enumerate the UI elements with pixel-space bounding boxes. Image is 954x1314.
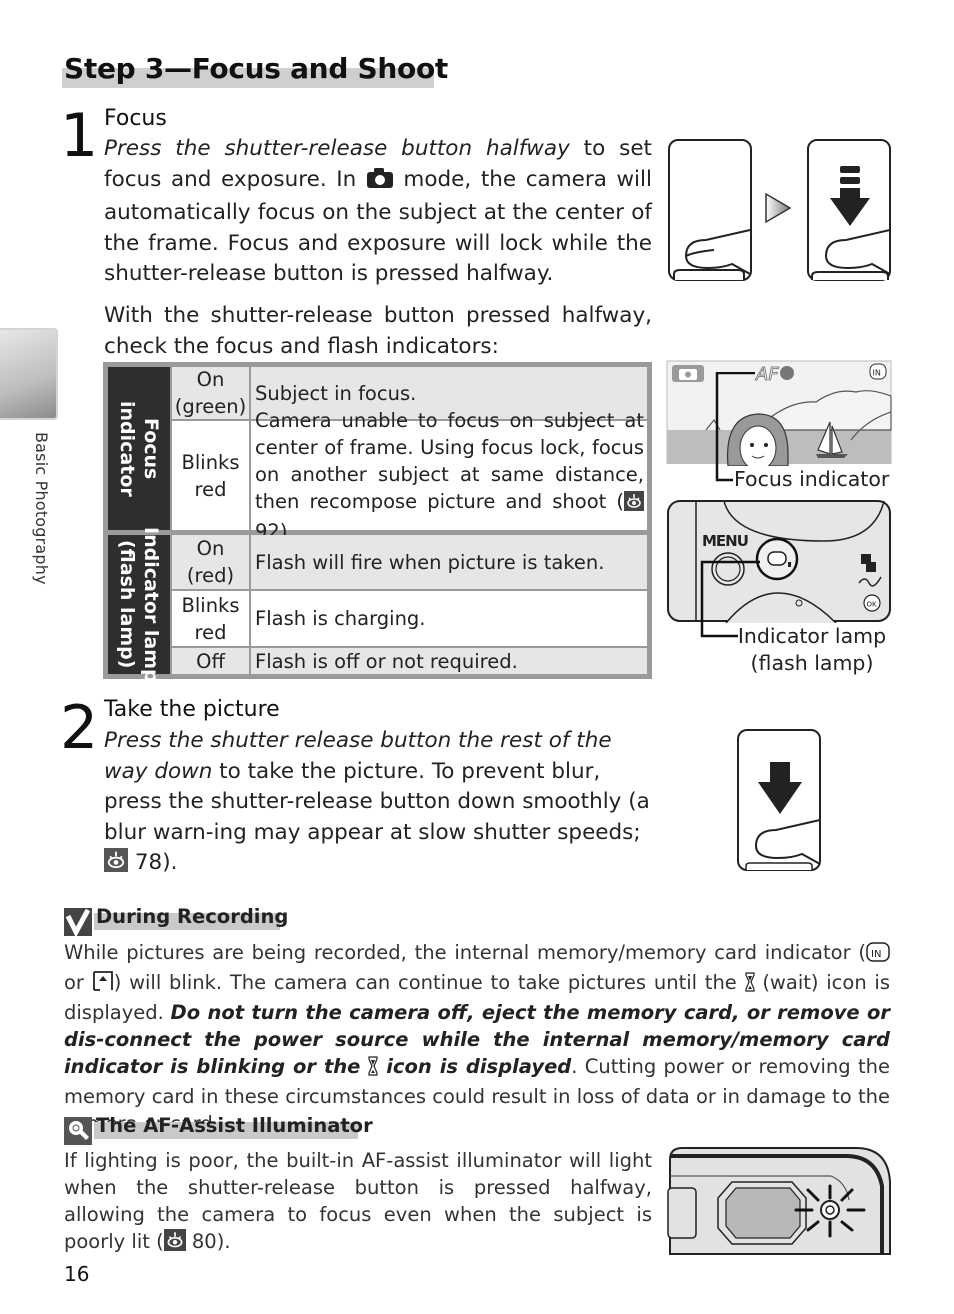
note-af-assist-text: If lighting is poor, the built-in AF-ass… xyxy=(64,1147,652,1258)
description-cell: Camera unable to focus on subject at cen… xyxy=(251,409,647,543)
description-cell: Flash will fire when picture is taken. xyxy=(251,535,647,589)
indicator-lamp-caption-line1: Indicator lamp xyxy=(737,624,887,648)
focus-indicator-caption: Focus indicator xyxy=(734,467,890,491)
tip-note-icon xyxy=(64,1117,92,1149)
step-1-number: 1 xyxy=(60,101,99,171)
note-recording-text: While pictures are being recorded, the i… xyxy=(64,939,890,1137)
step-2-number: 2 xyxy=(60,693,99,763)
note-text-b: or xyxy=(64,971,92,994)
step-1-italic: Press the shutter-release button halfway xyxy=(104,136,570,161)
check-note-icon xyxy=(64,908,92,940)
wait-hourglass-icon xyxy=(368,1056,378,1083)
indicator-lamp-caption-line2: (flash lamp) xyxy=(750,651,874,675)
svg-text:IN: IN xyxy=(871,949,881,960)
note-recording-heading: During Recording xyxy=(96,905,289,928)
wait-hourglass-icon xyxy=(744,972,755,999)
step-2-heading: Take the picture xyxy=(104,697,280,722)
note-text-a: While pictures are being recorded, the i… xyxy=(64,941,866,964)
status-cell: Blinks red xyxy=(172,421,249,530)
monitor-illustration: AF IN xyxy=(666,360,892,471)
menu-text: MENU xyxy=(702,532,748,550)
camera-mode-icon xyxy=(366,167,394,199)
group-label-focus-indicator: Focus indicator xyxy=(108,367,170,530)
indicator-table: Focus indicator On (green) Subject in fo… xyxy=(103,362,652,682)
description-text: Camera unable to focus on subject at cen… xyxy=(255,408,644,513)
step-1-text: Press the shutter-release button halfway… xyxy=(104,134,652,290)
status-cell: On (green) xyxy=(172,367,249,419)
status-cell: On (red) xyxy=(172,535,249,589)
step-2-text-b: 78). xyxy=(128,850,178,875)
memory-card-icon xyxy=(92,970,114,999)
note-text-c: ) will blink. The camera can continue to… xyxy=(113,971,745,994)
see-page-icon xyxy=(624,490,644,518)
note-af-text-a: If lighting is poor, the built-in AF-ass… xyxy=(64,1149,652,1253)
note-af-assist-heading: The AF-Assist Illuminator xyxy=(96,1114,373,1137)
see-page-icon xyxy=(104,848,128,882)
step-1-heading: Focus xyxy=(104,106,167,131)
chapter-label: Basic Photography xyxy=(32,432,51,585)
see-page-icon xyxy=(163,1229,186,1258)
description-cell: Flash is charging. xyxy=(251,591,647,646)
half-press-illustration xyxy=(666,138,894,284)
note-warning-b: icon is displayed xyxy=(378,1055,572,1078)
description-cell: Flash is off or not required. xyxy=(251,648,647,674)
indicator-lamp-caption: Indicator lamp (flash lamp) xyxy=(736,623,888,677)
status-cell: Off xyxy=(172,648,249,674)
step-2-text: Press the shutter release button the res… xyxy=(104,726,652,882)
svg-text:IN: IN xyxy=(873,369,881,378)
page-title: Step 3—Focus and Shoot xyxy=(64,52,448,85)
svg-text:OK: OK xyxy=(867,601,878,609)
full-press-illustration xyxy=(736,728,824,874)
note-af-text-b: 80). xyxy=(185,1230,231,1253)
group-label-indicator-lamp: Indicator lamp (flash lamp) xyxy=(108,527,170,682)
internal-memory-icon: IN xyxy=(866,942,890,969)
af-assist-illustration xyxy=(666,1146,892,1256)
chapter-tab xyxy=(0,328,58,420)
status-cell: Blinks red xyxy=(172,591,249,646)
af-text: AF xyxy=(755,364,779,385)
page-number: 16 xyxy=(64,1262,90,1286)
step-1-para2: With the shutter-release button pressed … xyxy=(104,303,652,359)
